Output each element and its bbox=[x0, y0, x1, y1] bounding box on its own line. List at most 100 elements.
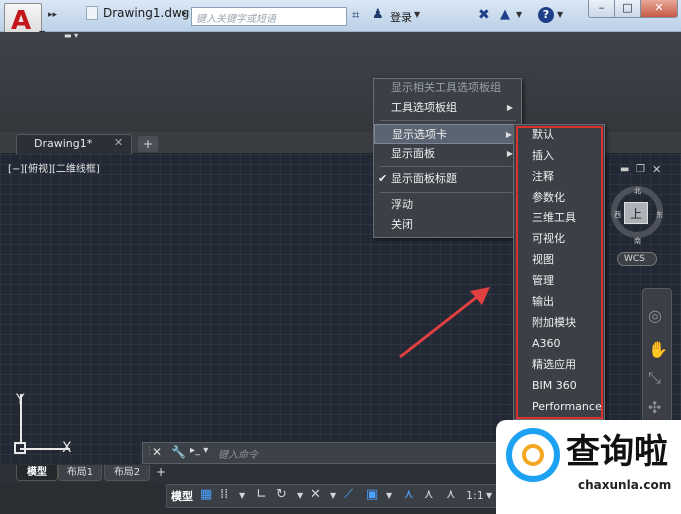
add-layout-button[interactable]: + bbox=[156, 465, 172, 479]
chevron-down-icon[interactable]: ▼ bbox=[297, 491, 303, 500]
polar-tracking-icon[interactable]: ↻ bbox=[276, 487, 287, 502]
close-icon[interactable]: ✕ bbox=[114, 136, 123, 149]
object-snap-icon[interactable]: ✕ bbox=[310, 487, 321, 502]
new-tab-button[interactable]: + bbox=[138, 136, 158, 152]
compass-east[interactable]: 东 bbox=[656, 210, 663, 220]
watermark-logo-inner bbox=[522, 444, 544, 466]
annotation-visibility-icon[interactable]: ⋏ bbox=[404, 487, 414, 502]
tab-layout2[interactable]: 布局2 bbox=[104, 465, 150, 481]
viewcube-top-face[interactable]: 上 bbox=[624, 202, 648, 224]
submenu-item-bim360[interactable]: BIM 360 bbox=[532, 376, 577, 396]
submenu-item-default[interactable]: 默认 bbox=[532, 125, 554, 145]
maximize-button[interactable]: □ bbox=[614, 0, 641, 18]
submenu-item-insert[interactable]: 插入 bbox=[532, 146, 554, 166]
chevron-down-icon[interactable]: ▼ bbox=[557, 10, 563, 19]
submenu-item-a360[interactable]: A360 bbox=[532, 334, 561, 354]
chevron-down-icon[interactable]: ▼ bbox=[386, 491, 392, 500]
tab-layout1[interactable]: 布局1 bbox=[58, 465, 102, 481]
menu-item-label: 显示面板标题 bbox=[391, 172, 457, 185]
close-window-button[interactable]: ✕ bbox=[640, 0, 678, 18]
menu-item-label: 显示相关工具选项板组 bbox=[391, 81, 501, 94]
document-title: Drawing1.dwg bbox=[103, 6, 190, 20]
zoom-icon[interactable]: ⤡ bbox=[648, 368, 661, 388]
ucs-x-label: X bbox=[62, 440, 72, 456]
wcs-menu[interactable]: WCS bbox=[617, 252, 657, 266]
submenu-item-visualize[interactable]: 可视化 bbox=[532, 229, 565, 249]
exchange-icon[interactable]: ✖ bbox=[478, 7, 490, 23]
command-input[interactable]: 键入命令 bbox=[218, 446, 498, 461]
chevron-down-icon[interactable]: ▼ bbox=[486, 491, 492, 500]
submenu-item-3d-tools[interactable]: 三维工具 bbox=[532, 208, 576, 228]
viewport-controls[interactable]: [−][俯视][二维线框] bbox=[8, 160, 100, 175]
menu-item-label: 显示面板 bbox=[391, 147, 435, 160]
tab-label: Drawing1* bbox=[34, 137, 93, 150]
menu-item-label: 工具选项板组 bbox=[391, 101, 457, 114]
search-placeholder: 键入关键字或短语 bbox=[196, 14, 276, 25]
model-space-button[interactable]: 模型 bbox=[171, 488, 193, 504]
close-icon[interactable]: ✕ bbox=[652, 163, 661, 176]
ucs-origin bbox=[14, 442, 26, 454]
menu-item-show-panel-titles[interactable]: ✔ 显示面板标题 bbox=[374, 169, 521, 189]
submenu-item-view[interactable]: 视图 bbox=[532, 250, 554, 270]
grid-icon[interactable]: ▦ bbox=[200, 487, 212, 502]
submenu-item-manage[interactable]: 管理 bbox=[532, 271, 554, 291]
ucs-y-label: Y bbox=[16, 392, 25, 408]
annotation-scale-icon[interactable]: ⋏ bbox=[446, 487, 456, 502]
pan-hand-icon[interactable]: ✋ bbox=[648, 340, 668, 359]
chevron-down-icon[interactable]: ▼ bbox=[516, 10, 522, 19]
compass-west[interactable]: 西 bbox=[614, 210, 621, 220]
menu-item-show-panels[interactable]: 显示面板 ▶ bbox=[374, 144, 521, 164]
ribbon-minimize-icon[interactable]: ▬ ▾ bbox=[64, 31, 84, 41]
menu-item-float[interactable]: 浮动 bbox=[374, 195, 521, 215]
steering-wheel-icon[interactable]: ◎ bbox=[648, 306, 662, 325]
orbit-icon[interactable]: ✣ bbox=[648, 398, 661, 417]
lineweight-icon[interactable]: ▣ bbox=[366, 487, 378, 502]
snap-icon[interactable]: ⁞⁞ bbox=[220, 487, 228, 502]
submenu-item-output[interactable]: 输出 bbox=[532, 292, 554, 312]
menu-item-show-related-palettes[interactable]: 显示相关工具选项板组 bbox=[374, 78, 521, 98]
wrench-icon[interactable]: 🔧 bbox=[171, 445, 186, 459]
submenu-item-featured-apps[interactable]: 精选应用 bbox=[532, 355, 576, 375]
tab-model[interactable]: 模型 bbox=[16, 465, 58, 481]
help-icon[interactable]: ? bbox=[538, 7, 554, 23]
menu-separator bbox=[380, 120, 516, 121]
submenu-item-annotate[interactable]: 注释 bbox=[532, 167, 554, 187]
autodesk-app-icon[interactable]: ▲ bbox=[500, 7, 510, 22]
check-icon: ✔ bbox=[378, 172, 388, 185]
scale-selector[interactable]: 1:1 bbox=[466, 489, 484, 502]
restore-icon[interactable]: ❐ bbox=[636, 164, 645, 175]
close-icon[interactable]: ✕ bbox=[152, 445, 162, 459]
menu-item-show-tabs[interactable]: 显示选项卡 ▶ bbox=[374, 124, 521, 144]
login-button[interactable]: 登录 bbox=[390, 9, 412, 25]
annotation-arrow bbox=[399, 287, 490, 359]
submenu-item-parametric[interactable]: 参数化 bbox=[532, 188, 565, 208]
minimize-button[interactable]: – bbox=[588, 0, 615, 18]
menu-item-tool-palette-groups[interactable]: 工具选项板组 ▶ bbox=[374, 98, 521, 118]
user-icon[interactable]: ♟ bbox=[372, 7, 384, 22]
submenu-arrow-icon: ▶ bbox=[506, 103, 513, 112]
dynamic-input-icon[interactable]: ⟋ bbox=[344, 487, 353, 502]
submenu-arrow-icon: ▶ bbox=[505, 130, 512, 139]
binoculars-icon[interactable]: ⌗ bbox=[352, 8, 359, 23]
compass-north[interactable]: 北 bbox=[634, 186, 641, 196]
chevron-down-icon[interactable]: ▼ bbox=[239, 491, 245, 500]
submenu-item-add-ins[interactable]: 附加模块 bbox=[532, 313, 576, 333]
submenu-item-performance[interactable]: Performance bbox=[532, 397, 602, 417]
chevron-right-icon[interactable]: ▸ bbox=[182, 8, 187, 19]
ortho-icon[interactable]: ∟ bbox=[256, 487, 267, 502]
chevron-down-icon[interactable]: ▼ bbox=[330, 491, 336, 500]
watermark-text: 查询啦 bbox=[566, 432, 668, 472]
command-prompt-icon[interactable]: ▸_ ▾ bbox=[190, 445, 208, 456]
minimize-icon[interactable]: ▬ bbox=[620, 164, 629, 175]
menu-item-label: 显示选项卡 bbox=[392, 128, 447, 141]
quick-access-expand-icon[interactable]: ▸▸ bbox=[48, 10, 57, 20]
chevron-down-icon[interactable]: ▼ bbox=[414, 10, 420, 19]
auto-scale-icon[interactable]: ⋏ bbox=[424, 487, 434, 502]
ribbon-area bbox=[0, 32, 681, 132]
compass-south[interactable]: 南 bbox=[634, 236, 641, 246]
menu-separator bbox=[380, 192, 516, 193]
menu-item-close[interactable]: 关闭 bbox=[374, 215, 521, 235]
search-input[interactable]: 键入关键字或短语 bbox=[191, 7, 347, 26]
menu-separator bbox=[380, 166, 516, 167]
document-icon bbox=[86, 6, 98, 20]
